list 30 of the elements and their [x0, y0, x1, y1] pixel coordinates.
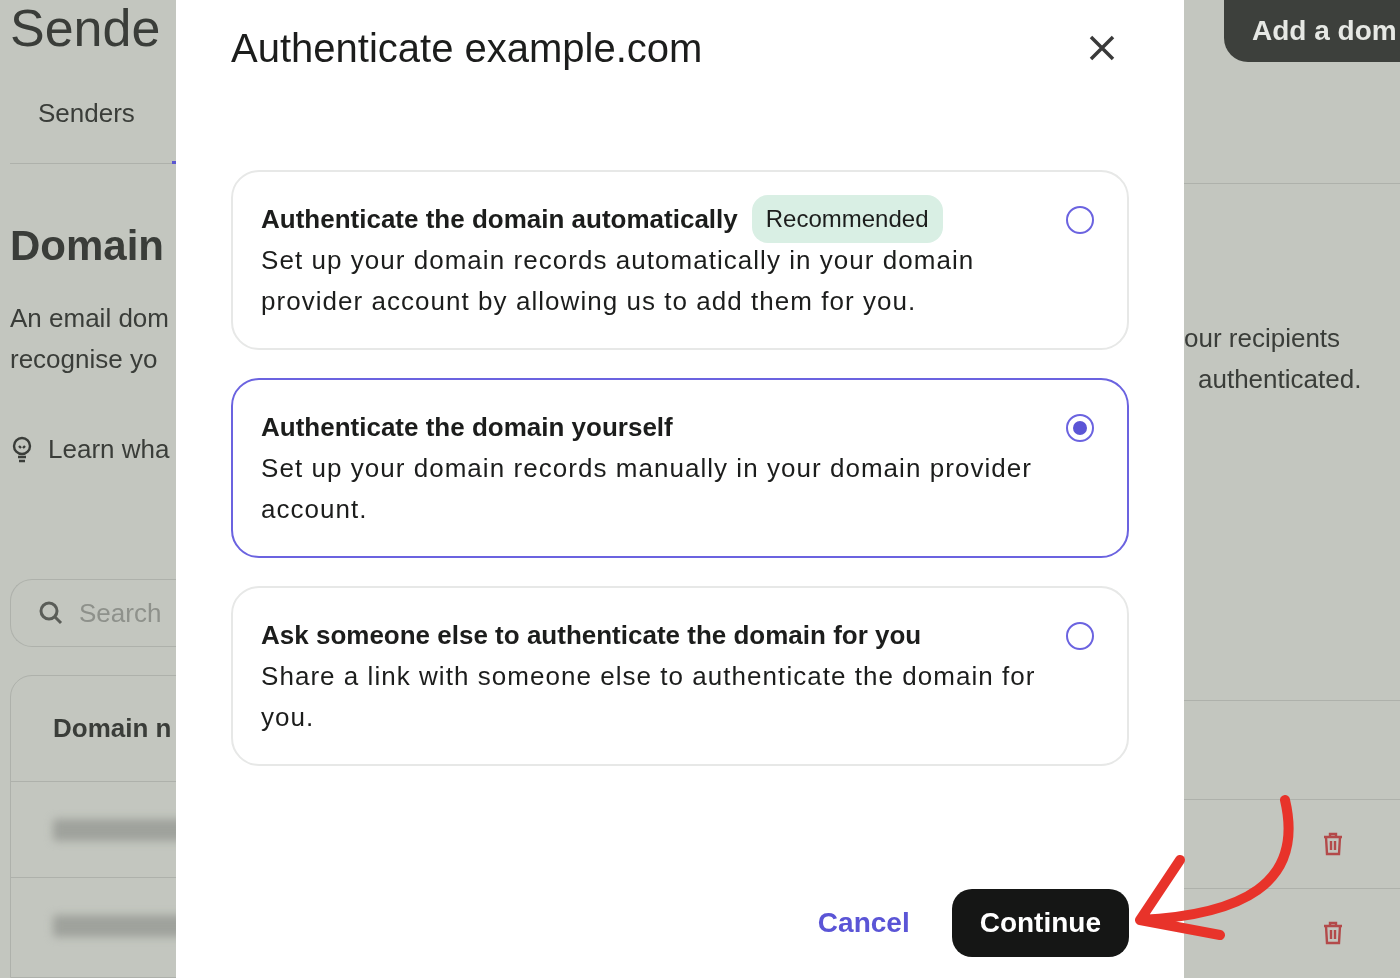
- radio-button[interactable]: [1066, 414, 1094, 442]
- tab[interactable]: Senders: [10, 94, 163, 163]
- trash-icon[interactable]: [1322, 830, 1344, 857]
- continue-button[interactable]: Continue: [951, 889, 1129, 957]
- option-description: Share a link with someone else to authenticate the domain for you.: [261, 660, 1037, 734]
- option-title: Ask someone else to authenticate the domain for you: [261, 618, 922, 652]
- radio-button[interactable]: [1066, 206, 1094, 234]
- option-card[interactable]: Ask someone else to authenticate the domain for you Share a link with someone else to authenticate the domain for you.: [231, 586, 1129, 766]
- radio-button[interactable]: [1066, 622, 1094, 650]
- recommended-badge: Recommended: [751, 195, 943, 243]
- option-title: Authenticate the domain yourself: [261, 410, 673, 444]
- description-text: our recipients: [1184, 322, 1341, 355]
- learn-link[interactable]: Learn wha: [48, 430, 170, 469]
- lightbulb-icon: [10, 435, 34, 464]
- description-text: recognise yo: [10, 343, 158, 376]
- option-title: Authenticate the domain automatically: [261, 202, 738, 236]
- search-icon: [38, 600, 64, 626]
- description-text: authenticated.: [1197, 363, 1362, 396]
- section-title: Domain: [10, 221, 165, 271]
- description-text: An email dom: [10, 302, 169, 335]
- dialog-title: Authenticate example.com: [231, 25, 703, 72]
- cancel-button[interactable]: Cancel: [817, 902, 910, 944]
- trash-icon[interactable]: [1322, 920, 1344, 947]
- option-card[interactable]: Authenticate the domain automatically Recommended Set up your domain records automatically in your domain provider account by allowing us to add them for you.: [231, 170, 1129, 350]
- column-header: Domain n: [53, 712, 172, 745]
- option-description: Set up your domain records manually in your domain provider account.: [261, 452, 1033, 526]
- option-card[interactable]: Authenticate the domain yourself Set up your domain records manually in your domain provider account.: [231, 378, 1129, 558]
- option-description: Set up your domain records automatically in your domain provider account by allowing us to add them for you.: [261, 244, 976, 318]
- page-title: Sende: [10, 0, 162, 56]
- add-domain-button[interactable]: Add a dom: [1224, 0, 1400, 62]
